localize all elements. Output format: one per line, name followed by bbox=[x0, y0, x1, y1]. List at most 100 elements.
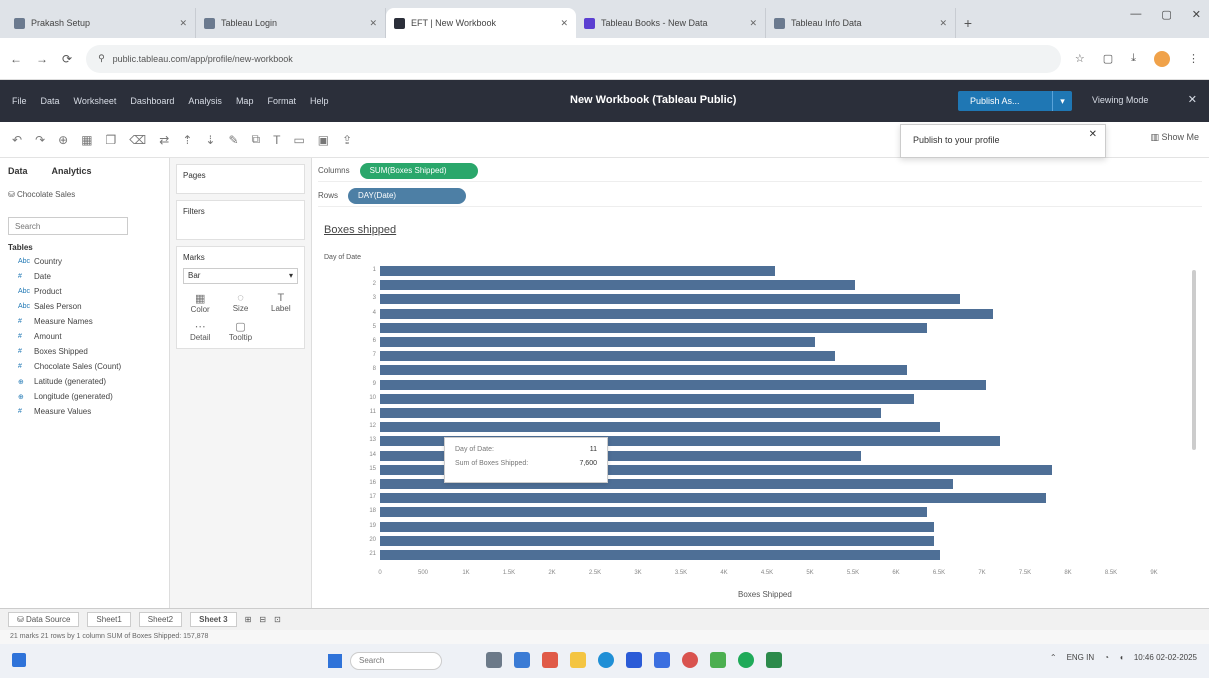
menu-item[interactable]: Help bbox=[310, 96, 329, 106]
user-menu[interactable]: Viewing Mode bbox=[1092, 95, 1148, 105]
rows-shelf[interactable]: Rows DAY(Date) bbox=[318, 185, 1202, 207]
field-item[interactable]: # Date bbox=[18, 271, 161, 282]
vertical-scrollbar[interactable] bbox=[1192, 270, 1196, 450]
share-icon[interactable]: ⇪ bbox=[342, 133, 352, 147]
url-field[interactable]: ⚲ public.tableau.com/app/profile/new-work… bbox=[86, 44, 1061, 73]
columns-shelf[interactable]: Columns SUM(Boxes Shipped) bbox=[318, 160, 1202, 182]
task-view-icon[interactable] bbox=[486, 652, 502, 668]
sheet-tab[interactable]: Sheet1 bbox=[87, 612, 131, 627]
new-tab-button[interactable]: + bbox=[956, 8, 980, 38]
tab-analytics[interactable]: Analytics bbox=[52, 166, 92, 176]
sheet-tab[interactable]: Sheet2 bbox=[138, 612, 183, 627]
bar-mark[interactable] bbox=[380, 493, 1046, 504]
close-tab-icon[interactable]: ✕ bbox=[749, 18, 757, 29]
volume-icon[interactable]: ◖ bbox=[1119, 653, 1124, 662]
close-tab-icon[interactable]: ✕ bbox=[369, 18, 377, 29]
filters-card[interactable]: Filters bbox=[176, 200, 305, 240]
sort-desc-icon[interactable]: ⇣ bbox=[205, 133, 215, 147]
widgets-icon[interactable] bbox=[12, 653, 26, 667]
publish-as-button[interactable]: Publish As... ▾ bbox=[958, 91, 1072, 111]
menu-item[interactable]: Map bbox=[236, 96, 254, 106]
sheet-tab-active[interactable]: Sheet 3 bbox=[190, 612, 237, 627]
bar-mark[interactable] bbox=[380, 280, 855, 291]
field-item[interactable]: # Measure Values bbox=[18, 406, 161, 417]
bar-mark[interactable] bbox=[380, 550, 941, 560]
back-icon[interactable]: ← bbox=[10, 52, 22, 66]
menu-item[interactable]: Data bbox=[41, 96, 60, 106]
undo-icon[interactable]: ↶ bbox=[12, 133, 22, 147]
marks-button[interactable]: T Label bbox=[264, 292, 298, 314]
taskbar-search-input[interactable]: Search bbox=[350, 652, 442, 670]
new-worksheet-icon[interactable]: ⊞ bbox=[245, 615, 252, 624]
app-icon[interactable] bbox=[654, 652, 670, 668]
bar-mark[interactable] bbox=[380, 507, 928, 518]
browser-tab[interactable]: Prakash Setup ✕ bbox=[6, 8, 196, 38]
close-icon[interactable]: ✕ bbox=[1188, 93, 1197, 106]
rows-pill[interactable]: DAY(Date) bbox=[348, 187, 467, 204]
menu-kebab-icon[interactable]: ⋮ bbox=[1188, 52, 1199, 65]
browser-tab[interactable]: Tableau Info Data ✕ bbox=[766, 8, 956, 38]
forward-icon[interactable]: → bbox=[36, 52, 48, 66]
bookmark-star-icon[interactable]: ☆ bbox=[1075, 52, 1085, 65]
wifi-icon[interactable]: ◔ bbox=[1104, 653, 1109, 662]
file-explorer-icon[interactable] bbox=[570, 652, 586, 668]
windows-start-icon[interactable] bbox=[328, 654, 342, 668]
redo-icon[interactable]: ↷ bbox=[35, 133, 45, 147]
app-icon[interactable] bbox=[626, 652, 642, 668]
menu-item[interactable]: Format bbox=[267, 96, 296, 106]
bar-mark[interactable] bbox=[380, 408, 881, 418]
new-data-source-icon[interactable]: ⊕ bbox=[58, 133, 68, 147]
new-dashboard-icon[interactable]: ⊟ bbox=[259, 615, 266, 624]
field-item[interactable]: Abc Country bbox=[18, 256, 161, 267]
field-item[interactable]: # Amount bbox=[18, 331, 161, 342]
chrome-icon[interactable] bbox=[738, 652, 754, 668]
app-icon[interactable] bbox=[710, 652, 726, 668]
marks-button[interactable]: ◌ Size bbox=[223, 292, 257, 314]
browser-tab[interactable]: Tableau Books - New Data ✕ bbox=[576, 8, 766, 38]
search-input[interactable] bbox=[8, 217, 128, 235]
edge-browser-icon[interactable] bbox=[598, 652, 614, 668]
tab-data[interactable]: Data bbox=[8, 166, 28, 176]
extensions-icon[interactable]: ▢ bbox=[1103, 52, 1113, 65]
sort-asc-icon[interactable]: ⇡ bbox=[182, 133, 192, 147]
fit-icon[interactable]: ▭ bbox=[293, 133, 304, 147]
new-story-icon[interactable]: ⊡ bbox=[274, 615, 281, 624]
bar-mark[interactable] bbox=[380, 337, 816, 347]
marks-button[interactable]: ▢ Tooltip bbox=[223, 320, 257, 342]
bar-mark[interactable] bbox=[380, 266, 776, 276]
menu-item[interactable]: Dashboard bbox=[130, 96, 174, 106]
group-icon[interactable]: ⧉ bbox=[252, 132, 261, 147]
close-tab-icon[interactable]: ✕ bbox=[560, 18, 568, 29]
field-item[interactable]: # Chocolate Sales (Count) bbox=[18, 361, 161, 372]
field-item[interactable]: Abc Product bbox=[18, 286, 161, 297]
bar-mark[interactable] bbox=[380, 351, 835, 362]
bar-mark[interactable] bbox=[380, 422, 941, 433]
field-item[interactable]: # Boxes Shipped bbox=[18, 346, 161, 357]
bar-mark[interactable] bbox=[380, 521, 934, 532]
new-sheet-icon[interactable]: ▦ bbox=[81, 133, 92, 147]
app-icon[interactable] bbox=[542, 652, 558, 668]
marks-button[interactable]: ⋯ Detail bbox=[183, 320, 217, 342]
menu-item[interactable]: Worksheet bbox=[74, 96, 117, 106]
clock[interactable]: 10:46 02-02-2025 bbox=[1134, 653, 1197, 662]
presentation-icon[interactable]: ▣ bbox=[318, 133, 329, 147]
menu-item[interactable]: Analysis bbox=[188, 96, 222, 106]
mark-type-select[interactable]: Bar ▾ bbox=[183, 268, 298, 284]
show-me-button[interactable]: ▥ Show Me bbox=[1150, 132, 1199, 143]
marks-button[interactable]: ▦ Color bbox=[183, 292, 217, 314]
field-item[interactable]: ⊕ Latitude (generated) bbox=[18, 376, 161, 387]
tray-chevron-icon[interactable]: ⌃ bbox=[1050, 653, 1057, 662]
bar-mark[interactable] bbox=[380, 322, 928, 333]
bar-mark[interactable] bbox=[380, 393, 914, 404]
reload-icon[interactable]: ⟳ bbox=[62, 52, 72, 66]
profile-avatar[interactable] bbox=[1154, 50, 1170, 67]
duplicate-icon[interactable]: ❐ bbox=[106, 133, 117, 147]
site-info-icon[interactable]: ⚲ bbox=[98, 53, 105, 64]
download-icon[interactable]: ⤓ bbox=[1131, 52, 1136, 65]
app-icon[interactable] bbox=[682, 652, 698, 668]
bar-mark[interactable] bbox=[380, 294, 961, 305]
close-tab-icon[interactable]: ✕ bbox=[179, 18, 187, 29]
bar-mark[interactable] bbox=[380, 379, 987, 390]
app-icon[interactable] bbox=[514, 652, 530, 668]
label-icon[interactable]: T bbox=[273, 133, 280, 147]
